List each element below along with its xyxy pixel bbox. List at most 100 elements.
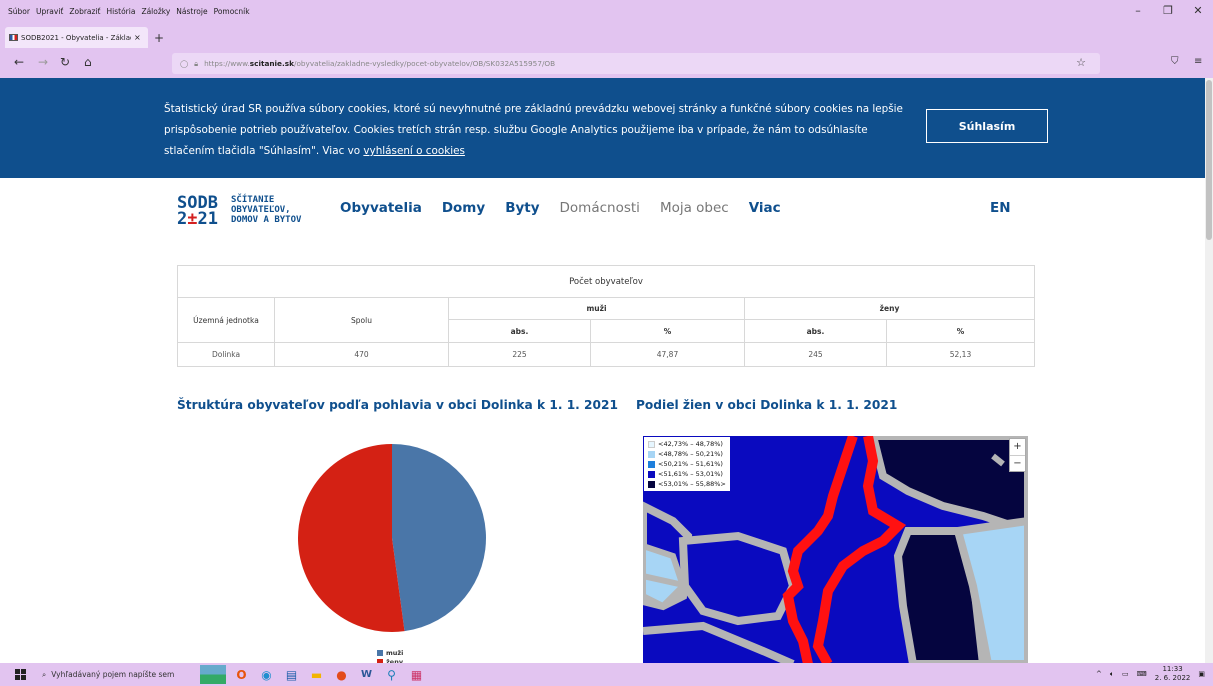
- search-icon: ⌕: [42, 669, 47, 679]
- zoom-out-button[interactable]: −: [1010, 455, 1025, 471]
- windows-start-icon[interactable]: [15, 669, 26, 680]
- app-grid-icon[interactable]: ▦: [407, 665, 426, 684]
- browser-tab[interactable]: SODB2021 - Obyvatelia - Základ ×: [5, 27, 148, 48]
- shield-icon: ◯: [180, 59, 189, 68]
- minimize-icon[interactable]: –: [1123, 4, 1153, 17]
- map-legend-label: <51,61% – 53,01%): [658, 470, 723, 478]
- restore-icon[interactable]: ❐: [1153, 4, 1183, 17]
- cookie-policy-link[interactable]: vyhlásení o cookies: [363, 145, 465, 157]
- map-legend-item: <50,21% – 51,61%): [648, 459, 726, 469]
- firefox-icon[interactable]: ●: [332, 665, 351, 684]
- map-legend-item: <48,78% – 50,21%): [648, 449, 726, 459]
- map-legend-item: <42,73% – 48,78%): [648, 439, 726, 449]
- new-tab-button[interactable]: +: [154, 31, 164, 45]
- keyboard-icon[interactable]: ⌨︎: [1137, 670, 1147, 678]
- language-switch[interactable]: EN: [990, 200, 1011, 216]
- zoom-magnifier-app-icon[interactable]: ⚲: [382, 665, 401, 684]
- logo-wordmark: SČÍTANIE OBYVATEĽOV, DOMOV A BYTOV: [231, 195, 302, 225]
- agree-button[interactable]: Súhlasím: [926, 109, 1048, 143]
- taskbar-search[interactable]: ⌕ Vyhľadávaný pojem napíšte sem: [38, 665, 194, 684]
- cell-men-pct: 47,87: [590, 342, 745, 367]
- menu-tools[interactable]: Nástroje: [176, 7, 207, 16]
- calendar-app-icon[interactable]: ▤: [282, 665, 301, 684]
- bookmark-star-icon[interactable]: ☆: [1076, 56, 1086, 69]
- browser-tabbar: SODB2021 - Obyvatelia - Základ × +: [0, 24, 1213, 48]
- menu-bookmarks[interactable]: Záložky: [141, 7, 170, 16]
- reload-icon[interactable]: ↻: [60, 55, 70, 69]
- map-title: Podiel žien v obci Dolinka k 1. 1. 2021: [636, 398, 898, 412]
- tab-close-icon[interactable]: ×: [134, 33, 141, 42]
- taskbar-clock[interactable]: 11:33 2. 6. 2022: [1155, 665, 1191, 683]
- map-legend-swatch: [648, 480, 655, 488]
- col-header-men-pct: %: [590, 319, 745, 343]
- menu-view[interactable]: Zobraziť: [69, 7, 100, 16]
- tray-chevron-icon[interactable]: ^: [1096, 670, 1102, 678]
- map-legend-label: <48,78% – 50,21%): [658, 450, 723, 458]
- close-icon[interactable]: ✕: [1183, 4, 1213, 17]
- nav-byty[interactable]: Byty: [505, 200, 539, 216]
- hamburger-menu-icon[interactable]: ≡: [1194, 56, 1202, 67]
- menu-file[interactable]: Súbor: [8, 7, 30, 16]
- map-legend: <42,73% – 48,78%) <48,78% – 50,21%) <50,21…: [644, 437, 730, 491]
- col-header-women: ženy: [744, 297, 1035, 320]
- notifications-icon[interactable]: ▣: [1198, 670, 1205, 678]
- network-icon[interactable]: ▭: [1122, 670, 1129, 678]
- pie-slice-men[interactable]: [392, 444, 486, 632]
- cell-men-abs: 225: [448, 342, 591, 367]
- menu-help[interactable]: Pomocník: [214, 7, 250, 16]
- tab-title: SODB2021 - Obyvatelia - Základ: [21, 33, 131, 42]
- file-explorer-icon[interactable]: ▬: [307, 665, 326, 684]
- nav-domacnosti[interactable]: Domácnosti: [560, 200, 640, 216]
- col-header-total: Spolu: [274, 297, 449, 343]
- menu-edit[interactable]: Upraviť: [36, 7, 63, 16]
- cell-women-abs: 245: [744, 342, 887, 367]
- map-legend-label: <53,01% – 55,88%>: [658, 480, 726, 488]
- map-legend-swatch: [648, 440, 655, 448]
- col-header-women-pct: %: [886, 319, 1035, 343]
- table-caption: Počet obyvateľov: [177, 265, 1035, 298]
- lock-icon: 🔒︎: [194, 58, 199, 68]
- window-controls: – ❐ ✕: [1123, 4, 1213, 17]
- windows-taskbar: ⌕ Vyhľadávaný pojem napíšte sem O ◉ ▤ ▬ …: [0, 663, 1213, 686]
- browser-navbar: ← → ↻ ⌂ ◯ 🔒︎ https://www.scitanie.sk/oby…: [0, 48, 1213, 78]
- zoom-in-button[interactable]: +: [1010, 439, 1025, 455]
- forward-arrow-icon[interactable]: →: [38, 55, 48, 69]
- cell-unit: Dolinka: [177, 342, 275, 367]
- map-legend-swatch: [648, 460, 655, 468]
- legend-label: muži: [386, 648, 404, 657]
- edge-browser-icon[interactable]: ◉: [257, 665, 276, 684]
- col-header-men-abs: abs.: [448, 319, 591, 343]
- map-zoom-control: + −: [1009, 438, 1026, 472]
- speaker-icon[interactable]: 🔈︎: [1110, 670, 1114, 679]
- legend-item[interactable]: muži: [377, 648, 403, 657]
- home-icon[interactable]: ⌂: [84, 55, 92, 69]
- nav-obyvatelia[interactable]: Obyvatelia: [340, 200, 422, 216]
- nav-domy[interactable]: Domy: [442, 200, 485, 216]
- search-highlight-icon[interactable]: [200, 665, 226, 684]
- pie-chart-title: Štruktúra obyvateľov podľa pohlavia v ob…: [177, 398, 618, 412]
- nav-viac[interactable]: Viac: [749, 200, 781, 216]
- browser-menubar: Súbor Upraviť Zobraziť História Záložky …: [0, 0, 1213, 24]
- col-header-unit: Územná jednotka: [177, 297, 275, 343]
- col-header-women-abs: abs.: [744, 319, 887, 343]
- pie-slice-women[interactable]: [297, 444, 405, 632]
- menu-history[interactable]: História: [107, 7, 136, 16]
- menu-list: Súbor Upraviť Zobraziť História Záložky …: [8, 7, 250, 16]
- address-bar[interactable]: ◯ 🔒︎ https://www.scitanie.sk/obyvatelia/…: [172, 53, 1100, 74]
- scrollbar-thumb[interactable]: [1206, 80, 1212, 240]
- pocket-icon[interactable]: ⛉: [1171, 56, 1179, 67]
- office-app-icon[interactable]: O: [232, 665, 251, 684]
- logo-mark: SODB 2±21: [177, 193, 218, 229]
- word-app-icon[interactable]: W: [357, 665, 376, 684]
- cell-total: 470: [274, 342, 449, 367]
- map-legend-swatch: [648, 470, 655, 478]
- taskbar-search-placeholder: Vyhľadávaný pojem napíšte sem: [51, 670, 175, 679]
- nav-moja-obec[interactable]: Moja obec: [660, 200, 729, 216]
- map-legend-label: <42,73% – 48,78%): [658, 440, 723, 448]
- back-arrow-icon[interactable]: ←: [14, 55, 24, 69]
- cookie-text: Štatistický úrad SR používa súbory cooki…: [164, 103, 903, 157]
- flag-favicon-icon: [9, 34, 18, 41]
- col-header-men: muži: [448, 297, 745, 320]
- map-legend-item: <53,01% – 55,88%>: [648, 479, 726, 489]
- taskbar-apps: O ◉ ▤ ▬ ● W ⚲ ▦: [200, 665, 426, 684]
